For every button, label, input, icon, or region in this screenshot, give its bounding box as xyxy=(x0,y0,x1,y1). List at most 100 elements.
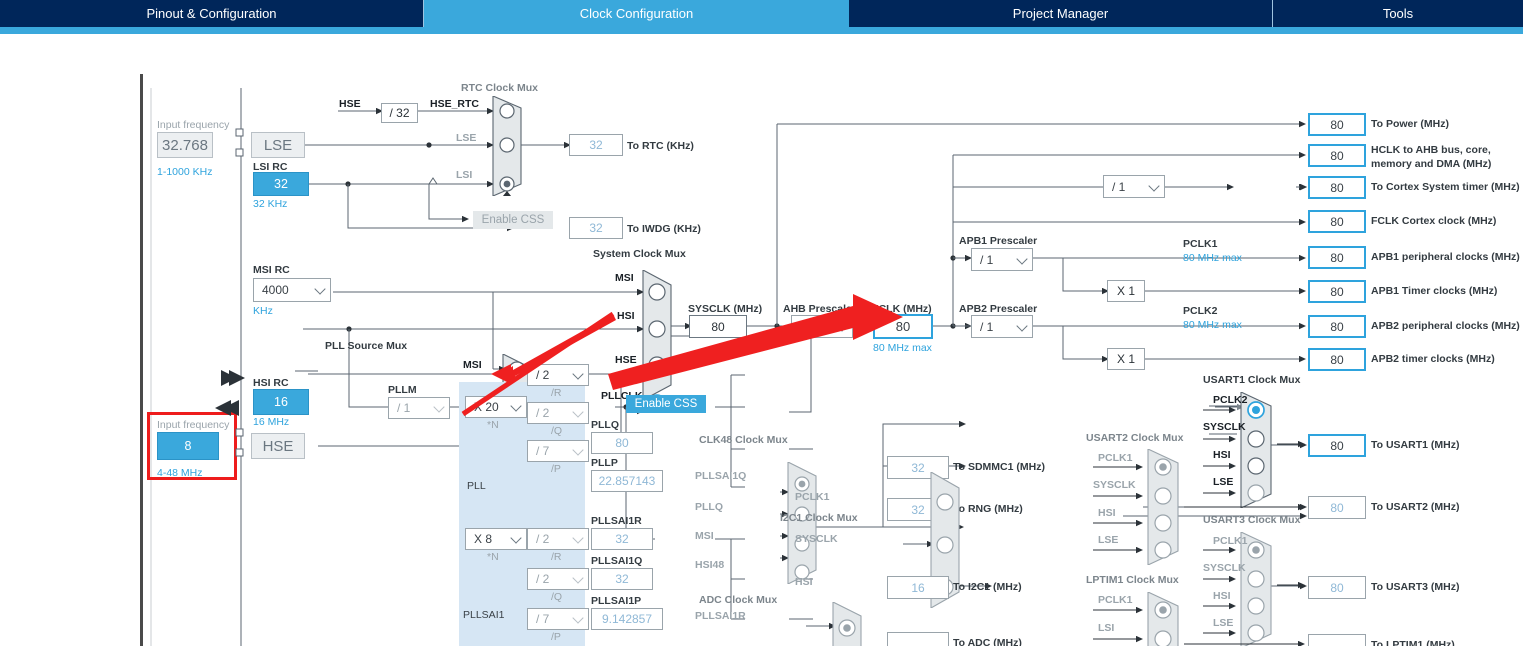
apb1-prescaler-select[interactable]: / 1 xyxy=(971,248,1033,271)
pllq-output-value[interactable]: 80 xyxy=(591,432,653,454)
usart3-output-value[interactable]: 80 xyxy=(1308,576,1366,599)
pllsai1p-output-value[interactable]: 9.142857 xyxy=(591,608,663,630)
pllsai1n-value: X 8 xyxy=(474,532,493,546)
output-apb2-peripheral-value[interactable]: 80 xyxy=(1308,315,1366,338)
lsi-rc-value[interactable]: 32 xyxy=(253,172,309,196)
hse-rtc-input-label: HSE xyxy=(339,98,361,110)
pllm-title: PLLM xyxy=(388,384,417,396)
lse-input-frequency-field[interactable]: 32.768 xyxy=(157,132,213,158)
pllm-select[interactable]: / 1 xyxy=(388,397,450,419)
output-apb1-timer-label: APB1 Timer clocks (MHz) xyxy=(1371,285,1498,297)
clock-tree-diagram[interactable]: Input frequency 32.768 1-1000 KHz LSE LS… xyxy=(140,74,1523,646)
rtc-enable-css-button[interactable]: Enable CSS xyxy=(473,211,553,229)
sysclk-value[interactable]: 80 xyxy=(689,315,747,338)
pllsai1n-select[interactable]: X 8 xyxy=(465,528,527,550)
apb1-timer-multiplier[interactable]: X 1 xyxy=(1107,280,1145,302)
rtc-clock-mux-shape[interactable] xyxy=(491,96,527,196)
pllsai1n-sublabel: *N xyxy=(487,551,499,563)
i2c1-mux-input-hsi: HSI xyxy=(795,576,813,588)
pllp-output-value[interactable]: 22.857143 xyxy=(591,470,663,492)
usart1-output-value[interactable]: 80 xyxy=(1308,434,1366,457)
i2c1-output-value[interactable]: 16 xyxy=(887,576,949,599)
lse-range-label: 1-1000 KHz xyxy=(157,166,213,178)
output-apb1-peripheral-value[interactable]: 80 xyxy=(1308,246,1366,269)
hclk-value[interactable]: 80 xyxy=(873,314,933,339)
system-enable-css-button[interactable]: Enable CSS xyxy=(626,395,706,413)
pll-source-mux-input-msi: MSI xyxy=(463,359,482,371)
tab-project-manager[interactable]: Project Manager xyxy=(849,0,1273,27)
apb2-timer-multiplier[interactable]: X 1 xyxy=(1107,348,1145,370)
usart1-output-label: To USART1 (MHz) xyxy=(1371,439,1460,451)
output-to-power-value[interactable]: 80 xyxy=(1308,113,1366,136)
usart2-clock-mux-shape[interactable] xyxy=(1146,449,1184,565)
plln-select[interactable]: X 20 xyxy=(465,396,527,418)
ahb-prescaler-select[interactable]: / 1 xyxy=(791,315,853,338)
usart3-mux-input-sysclk: SYSCLK xyxy=(1203,562,1246,574)
pllp-sublabel: /P xyxy=(551,463,561,475)
output-hclk-ahb-value[interactable]: 80 xyxy=(1308,144,1366,167)
hse-oscillator-box[interactable]: HSE xyxy=(251,433,305,459)
i2c1-mux-input-sysclk: SYSCLK xyxy=(795,533,838,545)
pllsai1r-output-name: PLLSAI1R xyxy=(591,515,642,527)
usart2-mux-input-lse: LSE xyxy=(1098,534,1119,546)
clock-toolbar: Resolve Clock Issues xyxy=(0,34,1523,101)
lptim1-clock-mux-shape[interactable] xyxy=(1146,592,1184,646)
hclk-max-label: 80 MHz max xyxy=(873,342,932,354)
output-fclk-cortex-label: FCLK Cortex clock (MHz) xyxy=(1371,215,1497,227)
system-clock-mux-shape[interactable] xyxy=(641,270,677,400)
cortex-systick-prescaler-select[interactable]: / 1 xyxy=(1103,175,1165,198)
pllsai1r-output-value[interactable]: 32 xyxy=(591,528,653,550)
usart3-clock-mux-shape[interactable] xyxy=(1239,532,1277,646)
pllsai1-panel-label: PLLSAI1 xyxy=(463,609,505,621)
output-apb1-timer-value[interactable]: 80 xyxy=(1308,280,1366,303)
clk48-mux-input-pllq: PLLQ xyxy=(695,501,723,513)
sdmmc1-output-label: To SDMMC1 (MHz) xyxy=(953,461,1045,473)
msi-rc-select[interactable]: 4000 xyxy=(253,278,331,302)
lptim1-output-value[interactable] xyxy=(1308,634,1366,646)
pllsai1q-select[interactable]: / 2 xyxy=(527,568,589,590)
lptim1-output-label: To LPTIM1 (MHz) xyxy=(1371,639,1455,646)
pllr-select[interactable]: / 2 xyxy=(527,364,589,386)
main-tab-bar: Pinout & Configuration Clock Configurati… xyxy=(0,0,1523,27)
usart1-clock-mux-shape[interactable] xyxy=(1239,392,1277,508)
usart2-clock-mux-title: USART2 Clock Mux xyxy=(1086,432,1184,444)
tab-clock-configuration[interactable]: Clock Configuration xyxy=(424,0,849,27)
msi-rc-title: MSI RC xyxy=(253,264,290,276)
pllsai1q-output-value[interactable]: 32 xyxy=(591,568,653,590)
hse-input-frequency-field[interactable]: 8 xyxy=(157,432,219,460)
output-apb2-timer-value[interactable]: 80 xyxy=(1308,348,1366,371)
pllsai1p-sublabel: /P xyxy=(551,631,561,643)
i2c1-output-label: To I2C1 (MHz) xyxy=(953,581,1022,593)
usart1-mux-input-hsi: HSI xyxy=(1213,449,1231,461)
iwdg-output-label: To IWDG (KHz) xyxy=(627,223,701,235)
output-fclk-cortex-value[interactable]: 80 xyxy=(1308,210,1366,233)
output-cortex-systimer-value[interactable]: 80 xyxy=(1308,176,1366,199)
lse-oscillator-box[interactable]: LSE xyxy=(251,132,305,158)
tab-tools[interactable]: Tools xyxy=(1273,0,1523,27)
hsi-rc-value[interactable]: 16 xyxy=(253,389,309,415)
hsi-rc-title: HSI RC xyxy=(253,377,289,389)
i2c1-mux-input-pclk1: PCLK1 xyxy=(795,491,830,503)
tab-pinout-configuration[interactable]: Pinout & Configuration xyxy=(0,0,424,27)
iwdg-output-field[interactable]: 32 xyxy=(569,217,623,239)
adc-clock-mux-shape[interactable] xyxy=(831,602,867,646)
adc-output-value[interactable] xyxy=(887,632,949,646)
pllr-sublabel: /R xyxy=(551,387,562,399)
pllq-select[interactable]: / 2 xyxy=(527,402,589,424)
usart2-output-value[interactable]: 80 xyxy=(1308,496,1366,519)
rtc-output-field[interactable]: 32 xyxy=(569,134,623,156)
pllp-select[interactable]: / 7 xyxy=(527,440,589,462)
lse-input-frequency-label: Input frequency xyxy=(157,119,230,131)
apb2-prescaler-select[interactable]: / 1 xyxy=(971,315,1033,338)
rtc-clock-mux-title: RTC Clock Mux xyxy=(461,82,539,94)
pllsai1r-select[interactable]: / 2 xyxy=(527,528,589,550)
hse-rtc-divider[interactable]: / 32 xyxy=(381,103,418,123)
system-clock-mux-input-msi: MSI xyxy=(615,272,634,284)
usart3-clock-mux-title: USART3 Clock Mux xyxy=(1203,514,1301,526)
pllsai1r-value: / 2 xyxy=(536,532,550,546)
msi-rc-value: 4000 xyxy=(262,283,289,297)
pclk1-max-label: 80 MHz max xyxy=(1183,252,1242,264)
lsi-rc-unit: 32 KHz xyxy=(253,198,288,210)
pllsai1p-select[interactable]: / 7 xyxy=(527,608,589,630)
plln-value: X 20 xyxy=(474,400,499,414)
